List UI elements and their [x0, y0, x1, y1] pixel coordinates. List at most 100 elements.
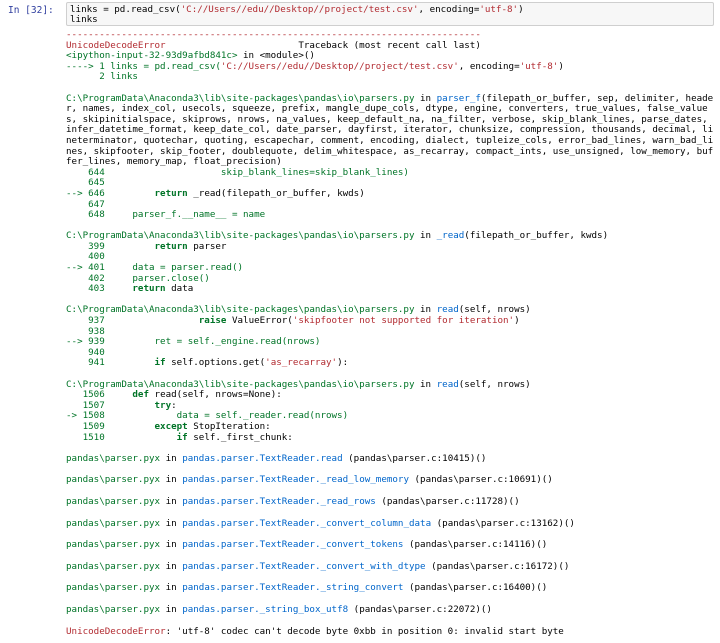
input-prompt: In [32]:: [8, 5, 54, 16]
final-error: UnicodeDecodeError: 'utf-8' codec can't …: [66, 625, 716, 638]
frame-location: <ipython-input-32-93d9afbd841c>: [66, 50, 238, 62]
code-keyword: return: [154, 240, 188, 252]
pyx-frame: pandas\parser.pyx in pandas.parser.TextR…: [66, 475, 716, 486]
frame-signature: (filepath_or_buffer, sep, delimiter, hea…: [66, 92, 714, 168]
frame-in: in: [414, 378, 437, 390]
code-keyword: if: [154, 357, 166, 369]
frame-path: pandas\parser.pyx: [66, 539, 161, 551]
code-text: ValueError(: [226, 315, 293, 327]
frame-location: (pandas\parser.c:22072)(): [348, 603, 492, 615]
frame-signature: (self, nrows): [458, 304, 531, 316]
frame-header: C:\ProgramData\Anaconda3\lib\site-packag…: [66, 92, 716, 168]
frame-func: parser_f: [436, 92, 481, 104]
frame-func: read: [436, 378, 459, 390]
frame-line: 2 links: [66, 71, 138, 83]
frame-location: (pandas\parser.c:10415)(): [342, 452, 487, 464]
frame-location: (pandas\parser.c:14116)(): [403, 539, 548, 551]
pyx-frame: pandas\parser.pyx in pandas.parser.TextR…: [66, 517, 716, 530]
frame-signature: (self, nrows): [458, 378, 531, 390]
code-line-1: links = pd.read_csv('C://Users//edu//Des…: [70, 4, 524, 16]
frame-func: pandas.parser.TextReader._convert_tokens: [182, 539, 404, 551]
frame-func: read: [436, 304, 459, 316]
frame-in: in: [160, 539, 183, 551]
frame-path: pandas\parser.pyx: [66, 560, 161, 572]
code-text: data: [165, 283, 194, 295]
code-keyword: except: [154, 420, 188, 432]
frame-line-current: --> 939 ret = self._engine.read(nrows): [66, 336, 321, 348]
code-string: 'C://Users//edu//Desktop//project/test.c…: [220, 60, 459, 72]
frame-in: in: [160, 603, 183, 615]
frame-location: (pandas\parser.c:16172)(): [425, 560, 570, 572]
pyx-frame: pandas\parser.pyx in pandas.parser.TextR…: [66, 452, 716, 465]
frame-location: (pandas\parser.c:10691)(): [408, 474, 553, 486]
code-keyword: if: [176, 431, 188, 443]
frame-func: _read: [436, 230, 465, 242]
frame-line: 1510 if self._first_chunk:: [66, 431, 716, 444]
code-text: self.options.get(: [165, 357, 266, 369]
frame-func: in <module>(): [237, 50, 315, 62]
code-keyword: return: [132, 283, 166, 295]
frame-location: (pandas\parser.c:16400)(): [403, 582, 548, 594]
frame-path: C:\ProgramData\Anaconda3\lib\site-packag…: [66, 304, 415, 316]
traceback-title: Traceback (most recent call last): [165, 39, 481, 51]
code-text: :: [171, 399, 177, 411]
code-text: ): [558, 60, 564, 72]
code-keyword: try: [154, 399, 172, 411]
code-string: 'utf-8': [519, 60, 559, 72]
frame-path: C:\ProgramData\Anaconda3\lib\site-packag…: [66, 230, 415, 242]
frame-line-current: --> 646 return _read(filepath_or_buffer,…: [66, 187, 716, 200]
code-string: 'utf-8': [479, 4, 519, 15]
code-string: 'C://Users//edu//Desktop//project/test.c…: [180, 4, 419, 15]
code-keyword: raise: [198, 315, 227, 327]
code-text: 1509: [66, 420, 155, 432]
frame-in: in: [160, 560, 183, 572]
code-text: 1507: [66, 399, 155, 411]
pyx-frame: pandas\parser.pyx in pandas.parser.TextR…: [66, 495, 716, 508]
frame-line: 644 skip_blank_lines=skip_blank_lines): [66, 166, 409, 178]
code-keyword: return: [154, 187, 188, 199]
frame-func: pandas.parser.TextReader._convert_with_d…: [182, 560, 426, 572]
code-string: 'skipfooter not supported for iteration': [292, 315, 515, 327]
code-text: , encoding=: [458, 60, 520, 72]
frame-in: in: [160, 517, 183, 529]
frame-line: 403 return data: [66, 283, 716, 295]
code-text: _read(filepath_or_buffer, kwds): [187, 187, 365, 199]
frame-in: in: [160, 495, 183, 507]
code-keyword: def: [132, 389, 149, 401]
frame-location: (pandas\parser.c:13162)(): [431, 517, 575, 529]
frame-line: ----> 1 links = pd.read_csv('C://Users//…: [66, 60, 716, 73]
code-text: 403: [66, 283, 133, 295]
code-input-area[interactable]: links = pd.read_csv('C://Users//edu//Des…: [66, 2, 714, 26]
code-string: 'as_recarray': [265, 357, 338, 369]
frame-path: pandas\parser.pyx: [66, 582, 161, 594]
frame-path: C:\ProgramData\Anaconda3\lib\site-packag…: [66, 92, 415, 104]
traceback-output: ----------------------------------------…: [66, 29, 716, 638]
frame-in: in: [160, 452, 183, 464]
frame-in: in: [160, 582, 183, 594]
code-text: --> 646: [66, 187, 155, 199]
frame-path: C:\ProgramData\Anaconda3\lib\site-packag…: [66, 378, 415, 390]
pyx-frame: pandas\parser.pyx in pandas.parser.TextR…: [66, 539, 716, 551]
frame-path: pandas\parser.pyx: [66, 495, 161, 507]
frame-func: pandas.parser.TextReader._string_convert: [182, 582, 404, 594]
code-text: ): [514, 315, 520, 327]
frame-in: in: [414, 230, 437, 242]
frame-path: pandas\parser.pyx: [66, 603, 161, 615]
frame-line: 648 parser_f.__name__ = name: [66, 209, 266, 221]
frame-func: pandas.parser.TextReader._read_rows: [182, 495, 376, 507]
code-text: 1506: [66, 389, 133, 401]
code-text: ):: [337, 357, 349, 369]
frame-line: 937 raise ValueError('skipfooter not sup…: [66, 315, 716, 327]
frame-in: in: [160, 474, 183, 486]
frame-in: in: [414, 92, 437, 104]
frame-line: 941 if self.options.get('as_recarray'):: [66, 358, 716, 369]
frame-line: 399 return parser: [66, 240, 716, 253]
error-name: UnicodeDecodeError: [66, 625, 166, 637]
frame-path: pandas\parser.pyx: [66, 474, 161, 486]
frame-path: pandas\parser.pyx: [66, 517, 161, 529]
frame-location: (pandas\parser.c:11728)(): [375, 495, 520, 507]
code-text: parser: [187, 240, 227, 252]
frame-func: pandas.parser.TextReader._read_low_memor…: [182, 474, 409, 486]
frame-func: pandas.parser.TextReader._convert_column…: [182, 517, 432, 529]
code-text: 937: [66, 315, 199, 327]
